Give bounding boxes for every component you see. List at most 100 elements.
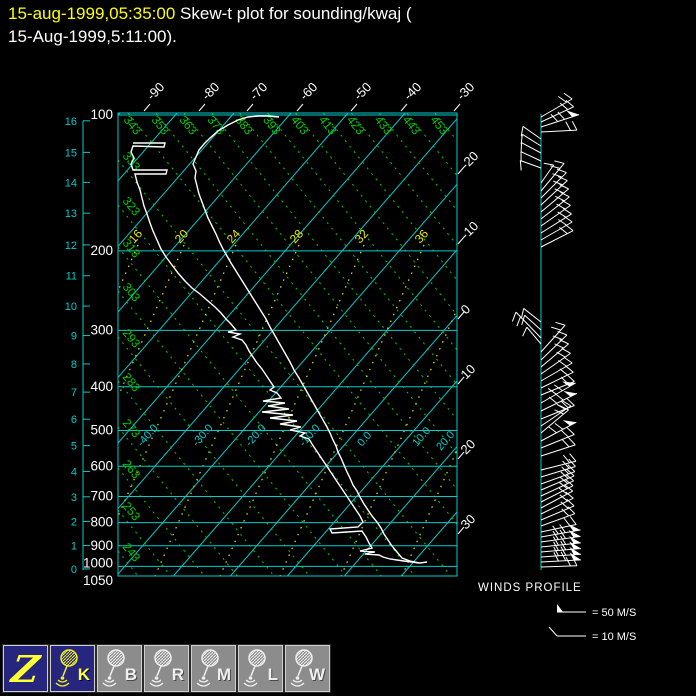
svg-text:1: 1 bbox=[71, 541, 77, 553]
wind-profile bbox=[512, 93, 581, 570]
pressure-lines bbox=[118, 115, 457, 576]
svg-text:0: 0 bbox=[458, 301, 474, 317]
toolbar-button-station-m[interactable]: M bbox=[191, 645, 236, 692]
svg-text:373: 373 bbox=[204, 113, 228, 138]
station-letter: K bbox=[78, 665, 90, 685]
svg-text:300: 300 bbox=[90, 322, 113, 337]
title-line2: 15-Aug-1999,5:11:00). bbox=[8, 27, 177, 46]
toolbar-button-station-k[interactable]: K bbox=[50, 645, 95, 692]
svg-text:283: 283 bbox=[120, 370, 144, 395]
svg-text:443: 443 bbox=[400, 113, 424, 138]
moist-line-labels: 162024283236 bbox=[126, 226, 432, 246]
station-letter: W bbox=[309, 665, 325, 685]
svg-text:263: 263 bbox=[120, 457, 144, 482]
wind-legend-row: = 10 M/S bbox=[549, 627, 636, 643]
title-timestamp: 15-aug-1999,05:35:00 bbox=[8, 4, 175, 23]
svg-text:353: 353 bbox=[149, 113, 173, 138]
station-letter: M bbox=[217, 665, 231, 685]
svg-text:-70: -70 bbox=[247, 79, 271, 103]
svg-text:12: 12 bbox=[65, 240, 77, 252]
svg-text:20: 20 bbox=[458, 436, 479, 457]
svg-text:3: 3 bbox=[71, 492, 77, 504]
svg-text:-20: -20 bbox=[458, 148, 482, 172]
svg-text:36: 36 bbox=[412, 226, 432, 246]
svg-text:200: 200 bbox=[90, 243, 113, 258]
svg-text:400: 400 bbox=[90, 379, 113, 394]
svg-text:16: 16 bbox=[65, 116, 77, 128]
pressure-axis-labels: 100 200 300 400 500 600 700 800 900 1000 1050 bbox=[83, 107, 113, 588]
svg-text:14: 14 bbox=[65, 177, 77, 189]
svg-text:= 50 M/S: = 50 M/S bbox=[592, 607, 636, 619]
svg-text:293: 293 bbox=[120, 326, 144, 351]
skewt-plot-canvas: 3433533633733833934034134234334434533333… bbox=[0, 62, 696, 646]
svg-text:433: 433 bbox=[372, 113, 396, 138]
svg-text:0: 0 bbox=[71, 564, 77, 576]
skewt-app-window: 15-aug-1999,05:35:00 Skew-t plot for sou… bbox=[0, 0, 696, 696]
svg-text:= 10 M/S: = 10 M/S bbox=[592, 631, 636, 643]
svg-text:-60: -60 bbox=[297, 79, 321, 103]
svg-text:-90: -90 bbox=[144, 79, 168, 103]
z-glyph: Z bbox=[1, 646, 50, 691]
svg-text:24: 24 bbox=[224, 226, 244, 246]
svg-text:403: 403 bbox=[288, 113, 312, 138]
svg-text:4: 4 bbox=[71, 466, 77, 478]
station-letter: R bbox=[172, 665, 184, 685]
svg-text:-30: -30 bbox=[454, 79, 478, 103]
svg-text:243: 243 bbox=[120, 540, 144, 565]
svg-text:323: 323 bbox=[120, 194, 144, 219]
svg-text:800: 800 bbox=[90, 515, 113, 530]
altitude-axis: 012345678910111213141516 bbox=[65, 116, 90, 576]
svg-text:303: 303 bbox=[120, 280, 144, 305]
title-text: Skew-t plot for sounding/kwaj ( bbox=[175, 4, 411, 23]
svg-text:600: 600 bbox=[90, 458, 113, 473]
window-title: 15-aug-1999,05:35:00 Skew-t plot for sou… bbox=[8, 2, 688, 48]
toolbar-button-station-w[interactable]: W bbox=[285, 645, 330, 692]
station-letter: L bbox=[268, 665, 278, 685]
svg-text:30: 30 bbox=[458, 511, 479, 532]
svg-text:6: 6 bbox=[71, 414, 77, 426]
top-temp-axis: -90 -80 -70 -60 -50 -40 -30 bbox=[144, 79, 478, 111]
svg-text:-50: -50 bbox=[351, 79, 375, 103]
right-temp-axis: -20 -10 0 10 20 30 bbox=[458, 148, 482, 534]
svg-text:7: 7 bbox=[71, 387, 77, 399]
svg-text:700: 700 bbox=[90, 489, 113, 504]
svg-text:343: 343 bbox=[121, 113, 145, 138]
toolbar-button-z[interactable]: Z bbox=[3, 645, 48, 692]
svg-text:10.0: 10.0 bbox=[410, 425, 433, 449]
svg-text:500: 500 bbox=[90, 423, 113, 438]
station-letter: B bbox=[125, 665, 137, 685]
isotherm-lines bbox=[0, 113, 696, 576]
svg-text:413: 413 bbox=[316, 113, 340, 138]
svg-text:10: 10 bbox=[458, 361, 479, 382]
svg-text:10: 10 bbox=[65, 301, 77, 313]
svg-text:2: 2 bbox=[71, 516, 77, 528]
svg-text:453: 453 bbox=[428, 113, 452, 138]
svg-text:5: 5 bbox=[71, 441, 77, 453]
toolbar: Z K B R M bbox=[3, 645, 330, 694]
toolbar-button-station-l[interactable]: L bbox=[238, 645, 283, 692]
dewpoint-trace bbox=[131, 143, 419, 563]
winds-profile-label: WINDS PROFILE bbox=[478, 582, 582, 594]
svg-text:15: 15 bbox=[65, 147, 77, 159]
svg-text:100: 100 bbox=[90, 107, 113, 122]
svg-text:-40: -40 bbox=[401, 79, 425, 103]
svg-text:9: 9 bbox=[71, 331, 77, 343]
toolbar-button-station-r[interactable]: R bbox=[144, 645, 189, 692]
wind-legend-row: = 50 M/S bbox=[557, 604, 636, 619]
svg-text:13: 13 bbox=[65, 208, 77, 220]
svg-text:900: 900 bbox=[90, 538, 113, 553]
svg-text:-80: -80 bbox=[199, 79, 223, 103]
svg-text:1050: 1050 bbox=[83, 573, 113, 588]
svg-text:20: 20 bbox=[172, 226, 192, 246]
svg-text:32: 32 bbox=[352, 226, 372, 246]
svg-text:423: 423 bbox=[344, 113, 368, 138]
svg-text:0.0: 0.0 bbox=[355, 430, 374, 449]
svg-text:1000: 1000 bbox=[83, 555, 113, 570]
svg-text:-10: -10 bbox=[458, 218, 482, 242]
toolbar-button-station-b[interactable]: B bbox=[97, 645, 142, 692]
svg-text:11: 11 bbox=[66, 271, 77, 283]
skewt-grid bbox=[0, 113, 696, 576]
svg-text:363: 363 bbox=[176, 113, 200, 138]
svg-text:8: 8 bbox=[71, 359, 77, 371]
dry-adiabat-lines bbox=[118, 113, 696, 576]
